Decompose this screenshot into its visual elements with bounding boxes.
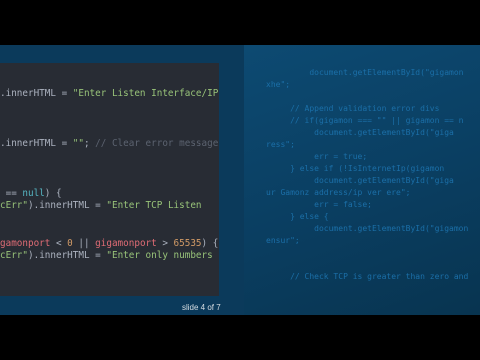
faded-code-line: document.getElementById("giga: [266, 128, 454, 137]
code-token: <: [50, 238, 68, 249]
faded-code-line: ensur";: [266, 236, 300, 245]
faded-code-line: document.getElementById("gigamon: [266, 68, 464, 77]
code-line: gamonport < 0 || gigamonport > 65535) {: [0, 238, 218, 250]
code-token: "Enter Listen Interface/IP: [72, 88, 219, 99]
faded-code-line: document.getElementById("giga: [266, 176, 454, 185]
faded-code-line: ress";: [266, 140, 295, 149]
code-token: ).innerHTML =: [28, 200, 107, 211]
code-token: "Enter only numbers in: [106, 250, 219, 261]
code-token: "Enter TCP Listen: [106, 200, 202, 211]
faded-code-line: // Check TCP is greater than zero and: [266, 272, 469, 281]
code-panel: .innerHTML = "Enter Listen Interface/IP.…: [0, 63, 219, 296]
faded-code-line: ur Gamonz address/ip ver ere";: [266, 188, 411, 197]
faded-code-line: xhe";: [266, 80, 291, 89]
code-line: cErr").innerHTML = "Enter only numbers i…: [0, 250, 219, 262]
code-token: .innerHTML =: [0, 88, 73, 99]
faded-code-line: err = true;: [266, 152, 368, 161]
top-strip: [0, 45, 244, 63]
code-token: // Clear error message: [95, 138, 219, 149]
code-token: gamonport: [0, 238, 51, 249]
code-token: ||: [72, 238, 96, 249]
code-line: cErr").innerHTML = "Enter TCP Listen: [0, 200, 202, 212]
code-token: cErr": [0, 200, 28, 211]
code-token: ;: [83, 138, 96, 149]
code-token: >: [156, 238, 174, 249]
code-token: 65535: [173, 238, 202, 249]
code-token: "": [72, 138, 84, 149]
slide-indicator: slide 4 of 7: [182, 303, 221, 312]
code-line: .innerHTML = ""; // Clear error message: [0, 138, 218, 150]
faded-code-line: } else if (!IsInternetIp(gigamon: [266, 164, 445, 173]
code-token: cErr": [0, 250, 28, 261]
code-line: .innerHTML = "Enter Listen Interface/IP: [0, 88, 218, 100]
faded-code-line: } else {: [266, 212, 329, 221]
background-slide-code: document.getElementById("gigamon xhe"; //…: [244, 45, 480, 315]
faded-code-line: document.getElementById("gigamon: [266, 224, 469, 233]
faded-code-line: err = false;: [266, 200, 372, 209]
code-token: .innerHTML =: [0, 138, 73, 149]
code-token: ).innerHTML =: [28, 250, 107, 261]
code-token: ) {: [44, 188, 62, 199]
code-line: == null) {: [0, 188, 62, 200]
code-token: ) {: [201, 238, 219, 249]
faded-code-line: // Append validation error divs: [266, 104, 440, 113]
code-token: ==: [0, 188, 23, 199]
code-token: gigamonport: [95, 238, 157, 249]
code-token: null: [22, 188, 45, 199]
video-frame: document.getElementById("gigamon xhe"; //…: [0, 45, 480, 315]
faded-code-line: // if(gigamon === "" || gigamon == n: [266, 116, 464, 125]
